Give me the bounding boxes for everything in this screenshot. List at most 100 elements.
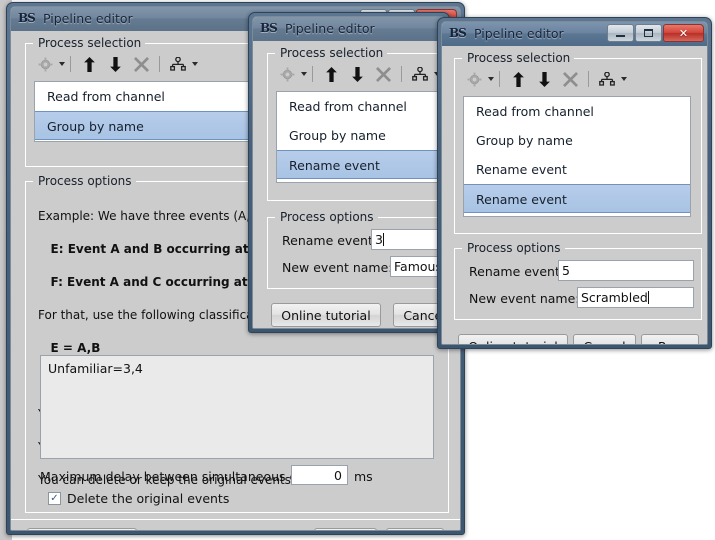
group-process-options-2: Process options Rename event: 3 New even…	[267, 210, 445, 289]
app-logo-icon: BS	[260, 21, 278, 35]
footer-separator	[11, 519, 460, 520]
minimize-icon	[616, 35, 625, 37]
window-pipeline-editor-3[interactable]: BS Pipeline editor ✕ Process selection R…	[437, 17, 712, 349]
group-title-process-options: Process options	[276, 210, 378, 224]
window-2-client: Process selection Read from channel Grou…	[253, 41, 445, 328]
move-down-icon[interactable]	[102, 53, 128, 75]
pipeline-dropdown-caret-icon[interactable]	[192, 62, 198, 66]
help-line: For that, use the following classificati…	[38, 307, 281, 322]
group-border-left	[26, 181, 33, 182]
list-item[interactable]: Rename event	[464, 155, 690, 184]
list-item[interactable]: Rename event	[277, 150, 445, 179]
window-title: Pipeline editor	[43, 11, 133, 26]
group-title-process-selection: Process selection	[463, 51, 575, 65]
run-button[interactable]: Run	[386, 528, 444, 530]
window-title: Pipeline editor	[285, 21, 375, 36]
group-border-right	[378, 217, 445, 218]
gear-dropdown-caret-icon[interactable]	[59, 62, 65, 66]
group-border-left	[455, 58, 462, 59]
list-item[interactable]: Rename event	[464, 184, 690, 213]
move-up-icon[interactable]	[318, 63, 344, 85]
window-title: Pipeline editor	[474, 26, 564, 41]
delete-icon[interactable]	[370, 63, 396, 85]
delete-original-events-label: Delete the original events	[67, 491, 230, 506]
maximize-icon	[644, 29, 653, 37]
rename-event-value: 3	[375, 232, 383, 247]
process-list-3[interactable]: Read from channel Group by name Rename e…	[463, 96, 691, 217]
process-toolbar-2[interactable]	[268, 61, 445, 87]
maximize-button[interactable]	[635, 24, 662, 42]
list-item[interactable]: Read from channel	[464, 97, 690, 126]
gear-dropdown-caret-icon[interactable]	[488, 77, 494, 81]
max-delay-unit: ms	[354, 469, 373, 484]
group-process-options-3: Process options Rename event: 5 New even…	[454, 241, 702, 320]
group-border-left	[268, 217, 275, 218]
rename-event-input[interactable]: 3	[371, 229, 445, 250]
classification-editor[interactable]: Unfamiliar=3,4	[40, 355, 434, 459]
move-down-icon[interactable]	[344, 63, 370, 85]
new-event-name-input[interactable]: Scrambled	[577, 287, 694, 308]
minimize-button[interactable]	[607, 24, 634, 42]
group-process-selection-2: Process selection Read from channel Grou…	[267, 46, 445, 201]
toolbar-separator	[499, 71, 500, 87]
group-title-process-options: Process options	[34, 174, 136, 188]
group-border-right	[567, 58, 701, 59]
toolbar-separator	[312, 66, 313, 82]
group-title-process-selection: Process selection	[34, 36, 146, 50]
toolbar-separator	[70, 56, 71, 72]
close-button[interactable]: ✕	[663, 24, 704, 42]
move-up-icon[interactable]	[76, 53, 102, 75]
titlebar-window-3[interactable]: BS Pipeline editor ✕	[442, 22, 707, 47]
delete-icon[interactable]	[557, 68, 583, 90]
group-process-selection-3: Process selection Read from channel Grou…	[454, 51, 702, 234]
help-line: E = A,B	[38, 340, 101, 355]
text-cursor	[647, 291, 649, 304]
run-button[interactable]: Run	[641, 334, 699, 344]
app-logo-icon: BS	[18, 11, 36, 25]
pipeline-icon[interactable]	[594, 68, 620, 90]
delete-icon[interactable]	[128, 53, 154, 75]
cancel-button[interactable]: Cancel	[314, 528, 377, 530]
toolbar-separator-2	[401, 66, 402, 82]
list-item[interactable]: Group by name	[277, 121, 445, 150]
group-border-right	[565, 248, 701, 249]
process-list-2[interactable]: Read from channel Group by name Rename e…	[276, 91, 445, 183]
pipeline-icon[interactable]	[407, 63, 433, 85]
move-down-icon[interactable]	[531, 68, 557, 90]
group-title-process-options: Process options	[463, 241, 565, 255]
process-toolbar-3[interactable]	[455, 66, 701, 92]
group-title-process-selection: Process selection	[276, 46, 388, 60]
max-delay-input[interactable]: 0	[291, 465, 348, 485]
toolbar-separator-2	[159, 56, 160, 72]
move-up-icon[interactable]	[505, 68, 531, 90]
delete-original-events-checkbox[interactable]: ✓	[48, 492, 61, 505]
list-item[interactable]: Group by name	[464, 126, 690, 155]
gear-dropdown-caret-icon[interactable]	[301, 72, 307, 76]
gear-icon[interactable]	[32, 53, 58, 75]
rename-event-label: Rename event:	[282, 233, 378, 248]
pipeline-dropdown-caret-icon[interactable]	[621, 77, 627, 81]
online-tutorial-button[interactable]: Online tutorial	[27, 528, 137, 530]
gear-icon[interactable]	[274, 63, 300, 85]
rename-event-input[interactable]: 5	[558, 260, 694, 281]
group-border-left	[268, 53, 275, 54]
pipeline-icon[interactable]	[165, 53, 191, 75]
window-3-client: Process selection Read from channel Grou…	[442, 46, 707, 344]
new-event-name-label: New event name:	[282, 260, 393, 275]
online-tutorial-button[interactable]: Online tutorial	[458, 334, 568, 344]
online-tutorial-button[interactable]: Online tutorial	[271, 303, 381, 327]
gear-icon[interactable]	[461, 68, 487, 90]
new-event-name-label: New event name:	[469, 291, 580, 306]
rename-event-label: Rename event:	[469, 264, 565, 279]
window-controls-3[interactable]: ✕	[607, 24, 704, 42]
cancel-button[interactable]: Cancel	[573, 334, 636, 344]
titlebar-window-2[interactable]: BS Pipeline editor	[253, 17, 445, 42]
app-logo-icon: BS	[449, 26, 467, 40]
new-event-name-value: Scrambled	[581, 290, 648, 305]
text-cursor	[382, 233, 384, 246]
window-pipeline-editor-2[interactable]: BS Pipeline editor Process selection Rea…	[248, 12, 450, 333]
list-item[interactable]: Read from channel	[277, 92, 445, 121]
toolbar-separator-2	[588, 71, 589, 87]
group-border-left	[26, 43, 33, 44]
group-border-left	[455, 248, 462, 249]
